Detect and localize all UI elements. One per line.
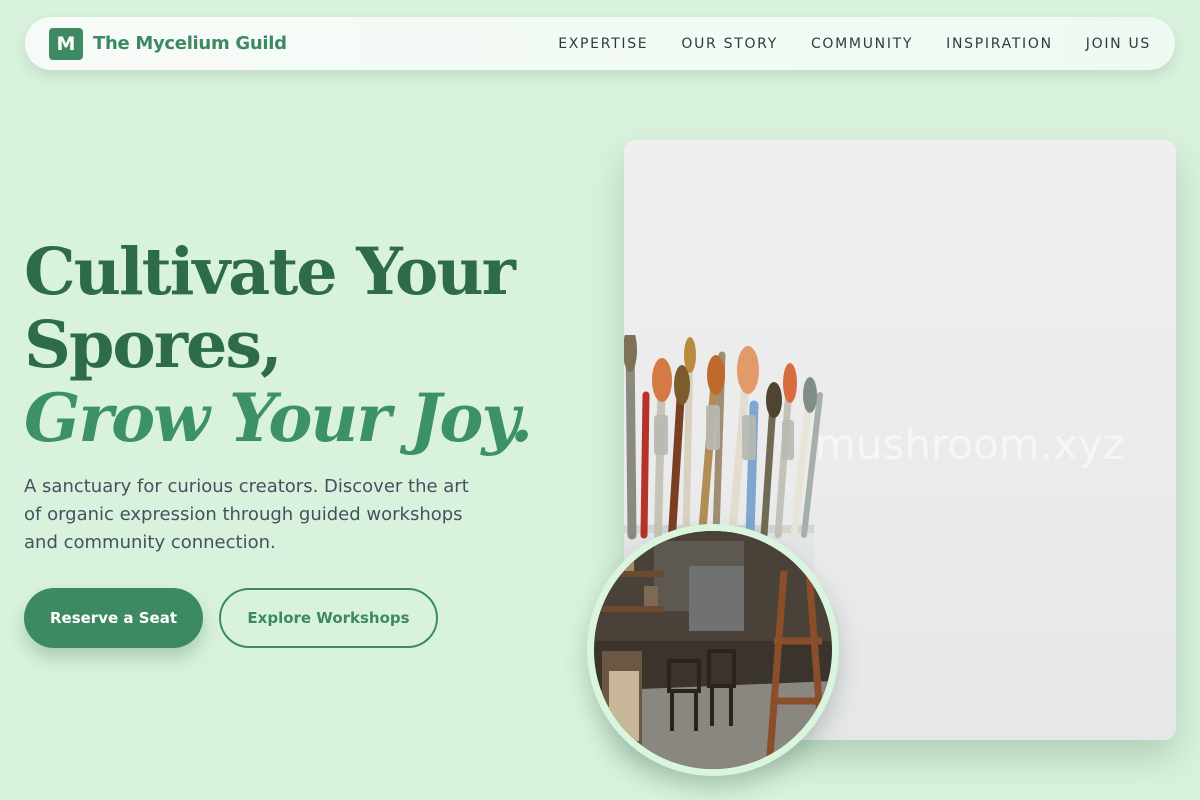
hero-subtitle: A sanctuary for curious creators. Discov… (24, 476, 469, 553)
inset-image-art-studio (587, 524, 839, 776)
brand-logo[interactable]: M The Mycelium Guild (49, 27, 287, 60)
nav-link-inspiration[interactable]: INSPIRATION (946, 36, 1053, 52)
headline-accent: Grow Your Joy. (24, 379, 533, 457)
nav-link-our-story[interactable]: OUR STORY (681, 36, 778, 52)
headline-line-2: Spores, (24, 307, 283, 383)
nav-link-join-us[interactable]: JOIN US (1086, 36, 1151, 52)
brand-name: The Mycelium Guild (93, 33, 287, 54)
top-navbar: M The Mycelium Guild EXPERTISE OUR STORY… (25, 17, 1175, 70)
explore-workshops-button[interactable]: Explore Workshops (219, 588, 438, 648)
watermark-text: mushroom.xyz (815, 420, 1125, 469)
nav-links: EXPERTISE OUR STORY COMMUNITY INSPIRATIO… (558, 36, 1151, 52)
brand-mark-icon: M (49, 27, 83, 60)
headline-line-1: Cultivate Your (24, 234, 516, 310)
art-studio-illustration (594, 531, 832, 769)
nav-link-expertise[interactable]: EXPERTISE (558, 36, 648, 52)
hero-headline: Cultivate Your Spores, Grow Your Joy. (24, 236, 604, 455)
nav-link-community[interactable]: COMMUNITY (811, 36, 913, 52)
reserve-seat-button[interactable]: Reserve a Seat (24, 588, 203, 648)
